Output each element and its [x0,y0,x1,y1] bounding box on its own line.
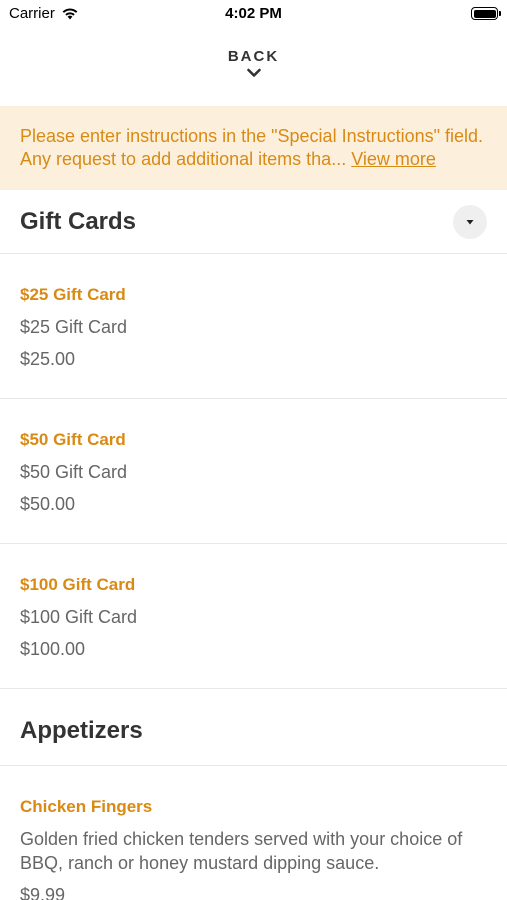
status-bar: Carrier 4:02 PM [0,0,507,28]
item-price: $25.00 [20,349,76,369]
collapse-button[interactable] [453,204,487,239]
item-name: Chicken Fingers [20,797,153,816]
battery-icon [471,7,501,20]
clock: 4:02 PM [225,5,282,22]
menu-item[interactable]: $50 Gift Card $50 Gift Card $50.00 [0,399,507,544]
chevron-down-icon [246,68,261,77]
section-header-appetizers: Appetizers [0,689,507,766]
item-price: $50.00 [20,494,76,514]
item-name: $25 Gift Card [20,285,126,304]
item-description: $25 Gift Card [20,317,128,337]
item-price: $9.99 [20,885,66,900]
item-description: $100 Gift Card [20,607,138,627]
special-instructions-notice: Please enter instructions in the "Specia… [0,106,507,190]
item-name: $50 Gift Card [20,430,126,449]
section-title: Appetizers [20,717,143,744]
menu-item[interactable]: Chicken Fingers Golden fried chicken ten… [0,766,507,900]
section-header-gift-cards: Gift Cards [0,190,507,254]
item-description: $50 Gift Card [20,462,128,482]
item-name: $100 Gift Card [20,575,136,594]
back-label: BACK [227,48,280,65]
caret-down-icon [466,219,474,224]
back-button[interactable]: BACK [0,28,507,106]
item-price: $100.00 [20,639,86,659]
menu-item[interactable]: $25 Gift Card $25 Gift Card $25.00 [0,254,507,399]
view-more-link[interactable]: View more [351,149,436,169]
section-title: Gift Cards [20,207,137,235]
item-description: Golden fried chicken tenders served with… [20,829,463,873]
menu-item[interactable]: $100 Gift Card $100 Gift Card $100.00 [0,544,507,689]
